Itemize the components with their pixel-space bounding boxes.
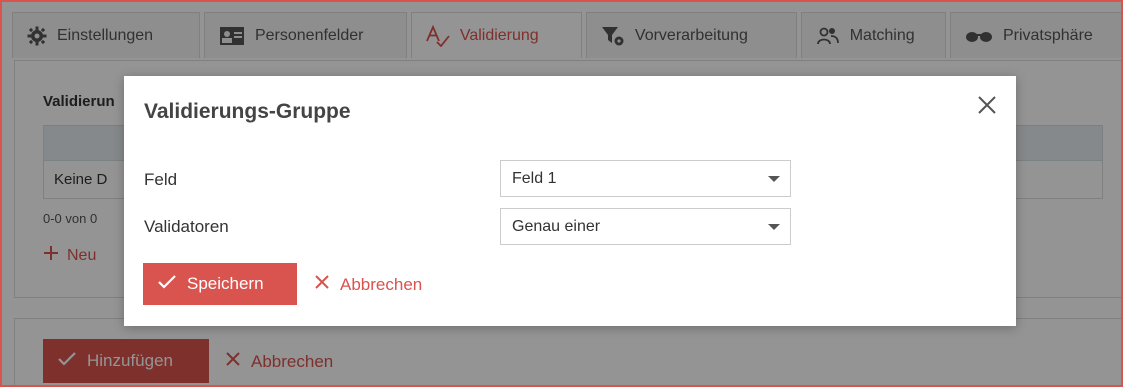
field-select-value: Feld 1 [512,170,557,187]
dialog-cancel-link[interactable]: Abbrechen [314,274,422,295]
field-select[interactable]: Feld 1 [500,160,791,197]
app-frame: Einstellungen Personenfelder Validierung… [0,0,1123,387]
check-icon [157,274,177,295]
save-button[interactable]: Speichern [143,263,297,305]
dialog-cancel-label: Abbrechen [340,274,423,294]
close-icon[interactable] [976,94,998,116]
field-label: Feld [144,170,178,189]
caret-down-icon [768,224,780,230]
close-icon [314,274,330,295]
save-button-label: Speichern [187,274,264,293]
caret-down-icon [768,176,780,182]
validators-label: Validatoren [144,217,229,236]
validation-group-dialog: Validierungs-Gruppe Feld Feld 1 Validato… [124,76,1016,326]
validators-select-value: Genau einer [512,218,601,235]
dialog-title: Validierungs-Gruppe [144,100,351,123]
validators-select[interactable]: Genau einer [500,208,791,245]
